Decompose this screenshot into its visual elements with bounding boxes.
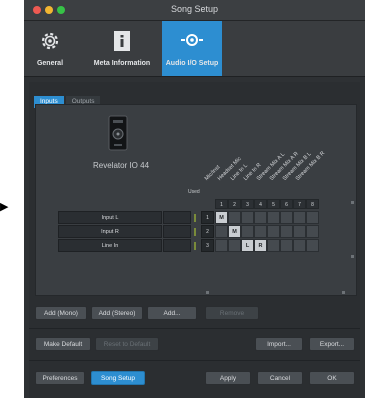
toolbar-audio-io-setup[interactable]: Audio I/O Setup — [162, 21, 222, 76]
add-button[interactable]: Add... — [147, 306, 197, 320]
matrix-cell[interactable] — [267, 239, 280, 252]
row-number: 2 — [201, 225, 214, 238]
scroll-up-icon[interactable] — [351, 201, 354, 204]
song-setup-button[interactable]: Song Setup — [91, 371, 145, 385]
row-number: 3 — [201, 239, 214, 252]
row-side-cell — [163, 239, 191, 252]
row-number: 1 — [201, 211, 214, 224]
audio-io-icon — [180, 30, 204, 52]
matrix-cell[interactable] — [254, 225, 267, 238]
gear-icon — [39, 30, 61, 54]
scroll-right-icon[interactable] — [342, 291, 345, 294]
column-number: 5 — [267, 199, 280, 209]
divider — [29, 328, 360, 329]
toolbar-label: Audio I/O Setup — [165, 60, 219, 67]
reset-to-default-button[interactable]: Reset to Default — [95, 337, 159, 351]
divider — [29, 360, 360, 361]
add-mono-button[interactable]: Add (Mono) — [35, 306, 87, 320]
toolbar-label: General — [36, 60, 64, 67]
matrix-cell[interactable] — [267, 211, 280, 224]
matrix-cell[interactable] — [293, 239, 306, 252]
column-number: 7 — [293, 199, 306, 209]
device-name: Revelator IO 44 — [92, 161, 150, 170]
tab-bar: Inputs Outputs — [34, 90, 102, 108]
used-indicator — [194, 242, 196, 250]
make-default-button[interactable]: Make Default — [35, 337, 91, 351]
window-title: Song Setup — [170, 4, 219, 14]
matrix-cell[interactable] — [293, 225, 306, 238]
remove-button[interactable]: Remove — [205, 306, 259, 320]
matrix-cell[interactable] — [228, 239, 241, 252]
column-number: 3 — [241, 199, 254, 209]
matrix-cell[interactable] — [306, 239, 319, 252]
matrix-cell[interactable]: M — [228, 225, 241, 238]
song-setup-window: Song Setup General Meta Information Audi… — [24, 0, 365, 398]
matrix-cell[interactable] — [293, 211, 306, 224]
table-row[interactable]: Input R 2 M — [58, 225, 349, 238]
matrix-cell[interactable] — [254, 211, 267, 224]
matrix-cell[interactable]: R — [254, 239, 267, 252]
matrix-cell[interactable] — [280, 225, 293, 238]
routing-matrix-panel: Revelator IO 44 Mic/Inst Headset Mic Lin… — [35, 104, 357, 296]
matrix-cell[interactable] — [241, 225, 254, 238]
matrix-cell[interactable] — [241, 211, 254, 224]
row-side-cell — [163, 211, 191, 224]
matrix-cell[interactable] — [280, 239, 293, 252]
scroll-down-icon[interactable] — [351, 255, 354, 258]
arrow-icon: ▶ — [0, 201, 9, 213]
add-stereo-button[interactable]: Add (Stereo) — [91, 306, 143, 320]
cancel-button[interactable]: Cancel — [257, 371, 303, 385]
column-number: 1 — [215, 199, 228, 209]
table-row[interactable]: Input L 1 M — [58, 211, 349, 224]
used-indicator — [194, 228, 196, 236]
matrix-cell[interactable]: M — [215, 211, 228, 224]
toolbar-meta-information[interactable]: Meta Information — [84, 21, 160, 76]
matrix-cell[interactable] — [228, 211, 241, 224]
row-name[interactable]: Input L — [58, 211, 162, 224]
matrix-cell[interactable] — [306, 211, 319, 224]
column-number: 8 — [306, 199, 319, 209]
matrix-cell[interactable] — [267, 225, 280, 238]
import-button[interactable]: Import... — [255, 337, 303, 351]
toolbar-label: Meta Information — [93, 60, 151, 67]
row-name[interactable]: Line In — [58, 239, 162, 252]
column-number: 4 — [254, 199, 267, 209]
preferences-button[interactable]: Preferences — [35, 371, 85, 385]
toolbar: General Meta Information Audio I/O Setup — [24, 21, 365, 77]
audio-interface-icon — [106, 115, 130, 153]
toolbar-general[interactable]: General — [24, 21, 76, 76]
used-header: Used — [188, 189, 200, 195]
apply-button[interactable]: Apply — [205, 371, 251, 385]
row-name[interactable]: Input R — [58, 225, 162, 238]
title-bar: Song Setup — [24, 0, 365, 21]
matrix-cell[interactable] — [215, 239, 228, 252]
audio-io-panel: Inputs Outputs Revelator IO 44 Mic/Inst H… — [29, 82, 360, 398]
table-row[interactable]: Line In 3 L R — [58, 239, 349, 252]
column-number: 6 — [280, 199, 293, 209]
matrix-cell[interactable] — [215, 225, 228, 238]
info-icon — [113, 30, 131, 54]
matrix-cell[interactable]: L — [241, 239, 254, 252]
export-button[interactable]: Export... — [309, 337, 355, 351]
ok-button[interactable]: OK — [309, 371, 355, 385]
row-side-cell — [163, 225, 191, 238]
column-number: 2 — [228, 199, 241, 209]
matrix-cell[interactable] — [306, 225, 319, 238]
matrix-cell[interactable] — [280, 211, 293, 224]
scroll-left-icon[interactable] — [206, 291, 209, 294]
used-indicator — [194, 214, 196, 222]
